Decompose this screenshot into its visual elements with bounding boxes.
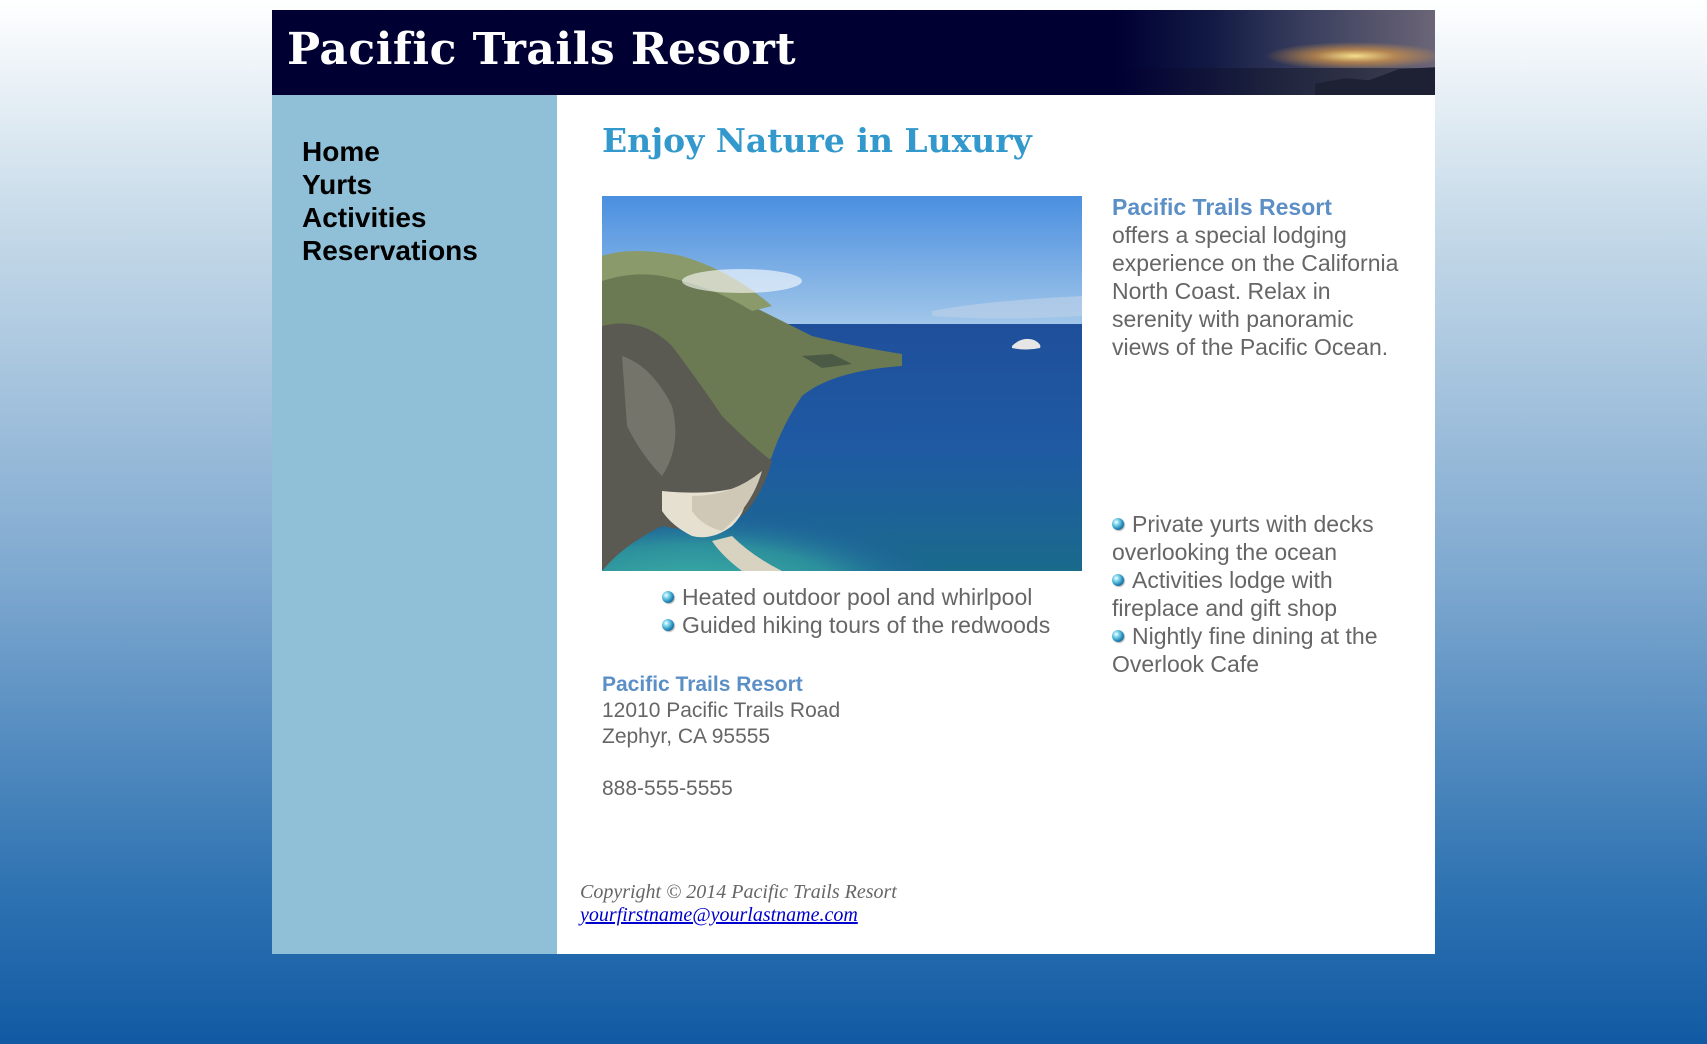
page-heading: Enjoy Nature in Luxury: [602, 121, 1032, 160]
contact-address: Pacific Trails Resort 12010 Pacific Trai…: [602, 672, 840, 802]
features-list-left: Heated outdoor pool and whirlpool Guided…: [662, 583, 1092, 639]
list-item: Heated outdoor pool and whirlpool: [662, 583, 1092, 611]
nav-item-home[interactable]: Home: [302, 136, 380, 167]
blue-orb-bullet-icon: [1112, 630, 1124, 642]
intro-text: offers a special lodging experience on t…: [1112, 222, 1399, 360]
site-footer: Copyright © 2014 Pacific Trails Resort y…: [580, 881, 897, 927]
list-item: Guided hiking tours of the redwoods: [662, 611, 1092, 639]
nav-item-reservations[interactable]: Reservations: [302, 235, 478, 266]
address-resort-name: Pacific Trails Resort: [602, 673, 803, 696]
site-header: Pacific Trails Resort: [272, 10, 1435, 95]
list-item: Nightly fine dining at the Overlook Cafe: [1112, 623, 1378, 677]
blue-orb-bullet-icon: [1112, 518, 1124, 530]
copyright-text: Copyright © 2014 Pacific Trails Resort: [580, 881, 897, 903]
sunset-banner-image: [1115, 10, 1435, 95]
nav-list: Home Yurts Activities Reservations: [302, 135, 478, 267]
address-phone: 888-555-5555: [602, 777, 733, 800]
coastline-photo: [602, 196, 1082, 571]
list-item: Activities lodge with fireplace and gift…: [1112, 567, 1338, 621]
address-city: Zephyr, CA 95555: [602, 725, 771, 748]
blue-orb-bullet-icon: [662, 591, 674, 603]
intro-resort-name: Pacific Trails Resort: [1112, 194, 1332, 220]
nav-item-activities[interactable]: Activities: [302, 202, 427, 233]
list-item: Private yurts with decks overlooking the…: [1112, 511, 1374, 565]
blue-orb-bullet-icon: [1112, 574, 1124, 586]
email-link[interactable]: yourfirstname@yourlastname.com: [580, 904, 858, 926]
main-content: Enjoy Nature in Luxury Pacific Trails Re…: [557, 95, 1435, 954]
blue-orb-bullet-icon: [662, 619, 674, 631]
address-street: 12010 Pacific Trails Road: [602, 699, 841, 722]
sidebar-nav: Home Yurts Activities Reservations: [272, 95, 557, 954]
intro-block: Pacific Trails Resort offers a special l…: [1112, 193, 1402, 361]
page-wrapper: Pacific Trails Resort Home Yurts Activit…: [272, 10, 1435, 954]
site-title: Pacific Trails Resort: [287, 24, 797, 75]
nav-item-yurts[interactable]: Yurts: [302, 169, 372, 200]
features-list-right: Private yurts with decks overlooking the…: [1112, 510, 1402, 678]
